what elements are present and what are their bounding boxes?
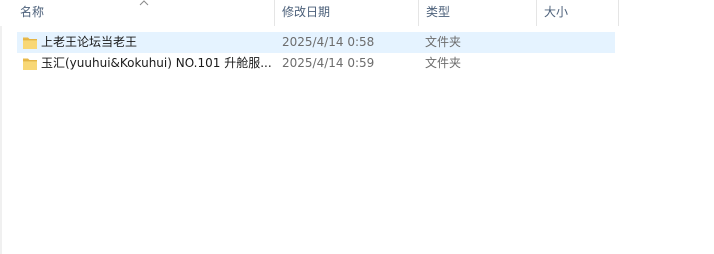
folder-icon — [22, 56, 38, 71]
file-name: 上老王论坛当老王 — [41, 35, 138, 49]
folder-icon — [22, 35, 38, 50]
column-header-bar: 名称 修改日期 类型 大小 — [0, 0, 714, 26]
column-header-type[interactable]: 类型 — [418, 0, 536, 26]
column-header-size[interactable]: 大小 — [536, 0, 618, 26]
pane-edge — [0, 0, 2, 254]
column-divider[interactable] — [618, 0, 619, 26]
file-modified-date: 2025/4/14 0:58 — [282, 35, 375, 49]
file-type: 文件夹 — [425, 35, 462, 49]
file-explorer-list: 名称 修改日期 类型 大小 上老王论坛当老王 2025/4/14 0:58 文件… — [0, 0, 714, 254]
file-row[interactable]: 玉汇(yuuhui&Kokuhui) NO.101 升舱服... 2025/4/… — [17, 53, 615, 74]
file-row[interactable]: 上老王论坛当老王 2025/4/14 0:58 文件夹 — [17, 32, 615, 53]
file-modified-date: 2025/4/14 0:59 — [282, 56, 375, 70]
file-size — [545, 32, 615, 53]
file-type: 文件夹 — [425, 56, 462, 70]
file-size — [545, 53, 615, 74]
file-name: 玉汇(yuuhui&Kokuhui) NO.101 升舱服... — [41, 56, 272, 70]
column-header-modified[interactable]: 修改日期 — [274, 0, 418, 26]
column-header-name[interactable]: 名称 — [12, 0, 274, 26]
